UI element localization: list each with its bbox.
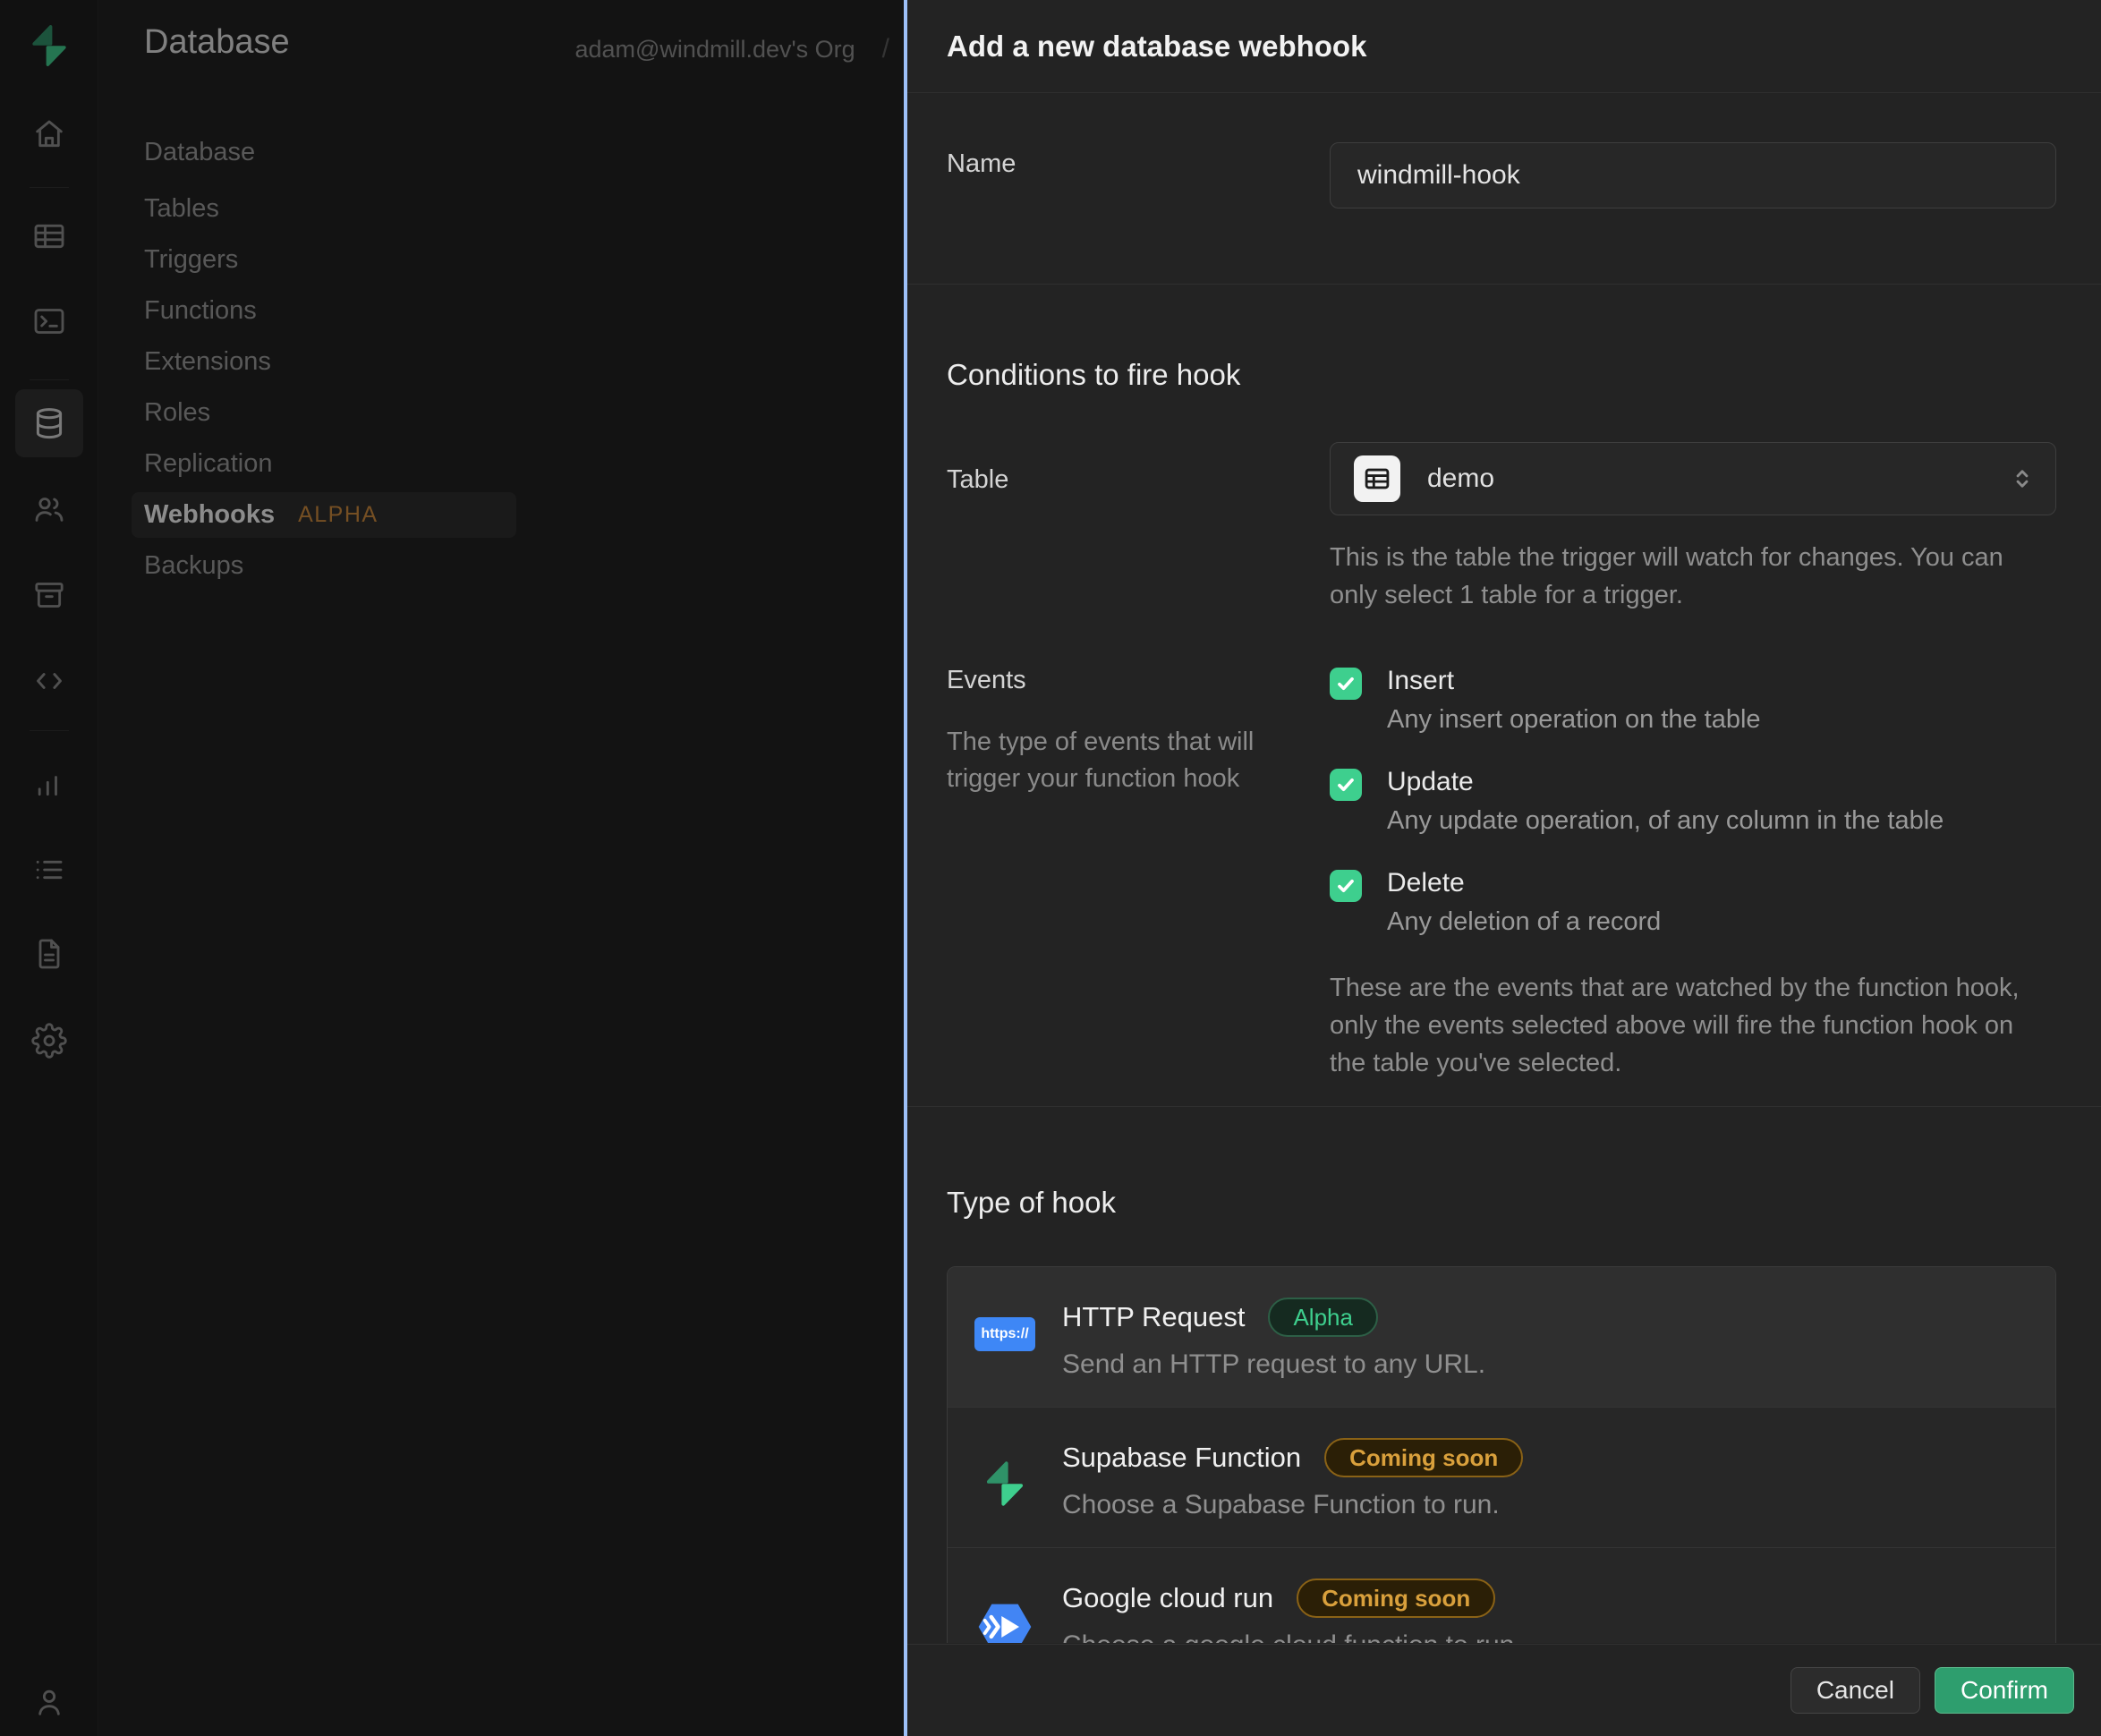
update-option-title: Update — [1387, 767, 1944, 797]
hook-option-title: Google cloud run — [1062, 1582, 1273, 1614]
hook-option-http-request[interactable]: https:// HTTP Request Alpha Send an HTTP… — [948, 1267, 2055, 1407]
hook-type-options: https:// HTTP Request Alpha Send an HTTP… — [947, 1266, 2056, 1643]
hook-option-supabase-function[interactable]: Supabase Function Coming soon Choose a S… — [948, 1407, 2055, 1547]
supabase-function-icon — [979, 1458, 1031, 1510]
google-cloud-run-icon — [976, 1598, 1033, 1643]
panel-footer: Cancel Confirm — [907, 1644, 2101, 1736]
insert-option-title: Insert — [1387, 666, 1761, 696]
table-select-value: demo — [1427, 464, 1494, 494]
hook-option-google-cloud-run[interactable]: Google cloud run Coming soon Choose a go… — [948, 1547, 2055, 1643]
hook-option-desc: Send an HTTP request to any URL. — [1062, 1349, 2029, 1380]
hook-option-desc: Choose a google cloud function to run — [1062, 1630, 2029, 1643]
panel-body: Name Conditions to fire hook Table demo — [907, 94, 2101, 1643]
webhook-name-input[interactable] — [1330, 142, 2056, 208]
delete-option-title: Delete — [1387, 868, 1661, 898]
update-checkbox[interactable] — [1330, 769, 1362, 801]
events-label: Events — [947, 666, 1330, 695]
alpha-pill: Alpha — [1268, 1298, 1378, 1337]
confirm-button[interactable]: Confirm — [1935, 1667, 2074, 1714]
table-help-text: This is the table the trigger will watch… — [1330, 539, 2056, 614]
https-icon: https:// — [974, 1317, 1035, 1351]
conditions-heading: Conditions to fire hook — [947, 358, 2101, 392]
coming-soon-pill: Coming soon — [1324, 1438, 1523, 1477]
hook-option-desc: Choose a Supabase Function to run. — [1062, 1490, 2029, 1520]
cancel-button[interactable]: Cancel — [1791, 1667, 1920, 1714]
hook-type-section: Type of hook https:// HTTP Request Alpha… — [907, 1107, 2101, 1643]
table-grid-icon — [1354, 455, 1400, 502]
insert-checkbox[interactable] — [1330, 668, 1362, 700]
coming-soon-pill: Coming soon — [1297, 1579, 1495, 1618]
hook-option-title: HTTP Request — [1062, 1301, 1245, 1333]
delete-option-desc: Any deletion of a record — [1387, 907, 1661, 937]
update-option-desc: Any update operation, of any column in t… — [1387, 806, 1944, 836]
event-option-delete: Delete Any deletion of a record — [1330, 868, 2056, 937]
insert-option-desc: Any insert operation on the table — [1387, 705, 1761, 735]
events-sublabel: The type of events that will trigger you… — [947, 724, 1297, 797]
panel-title: Add a new database webhook — [947, 30, 1366, 64]
table-field-row: Table demo This is the table the trigger… — [947, 442, 2101, 614]
panel-header: Add a new database webhook — [907, 0, 2101, 93]
table-select[interactable]: demo — [1330, 442, 2056, 515]
conditions-section: Conditions to fire hook Table demo — [907, 285, 2101, 1107]
hook-option-title: Supabase Function — [1062, 1442, 1301, 1474]
name-label: Name — [947, 142, 1330, 179]
event-option-insert: Insert Any insert operation on the table — [1330, 666, 2056, 735]
table-label: Table — [947, 442, 1330, 495]
name-section: Name — [907, 94, 2101, 285]
add-webhook-panel: Add a new database webhook Name Conditio… — [904, 0, 2101, 1736]
events-help-text: These are the events that are watched by… — [1330, 969, 2056, 1082]
delete-checkbox[interactable] — [1330, 870, 1362, 902]
event-option-update: Update Any update operation, of any colu… — [1330, 767, 2056, 836]
events-field-row: Events The type of events that will trig… — [947, 666, 2101, 1082]
hook-type-heading: Type of hook — [947, 1186, 2056, 1220]
modal-backdrop[interactable] — [0, 0, 904, 1736]
chevron-up-down-icon — [2007, 464, 2037, 494]
